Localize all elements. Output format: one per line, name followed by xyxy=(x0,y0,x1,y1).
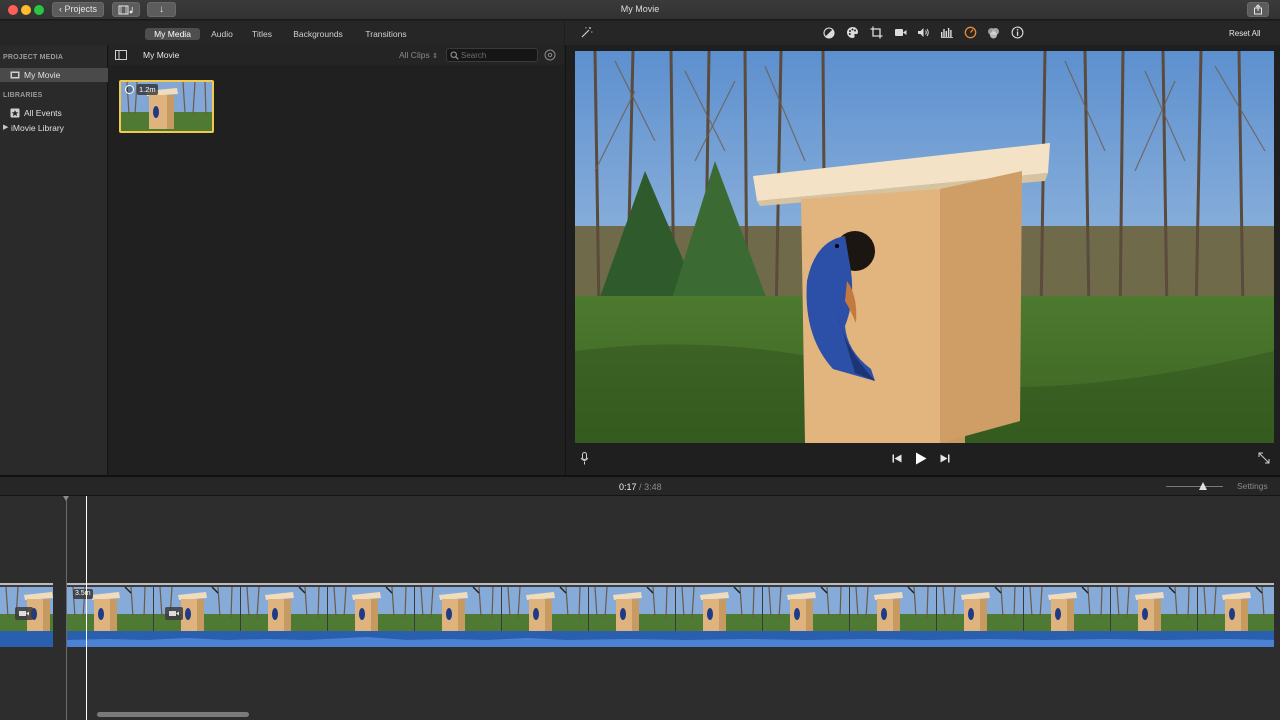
timeline[interactable]: 3.5m xyxy=(0,496,1280,720)
share-button[interactable] xyxy=(1247,2,1269,17)
sidebar-item-my-movie[interactable]: My Movie xyxy=(0,68,108,82)
timecode: 0:17 / 3:48 xyxy=(619,482,662,492)
audio-waveform[interactable] xyxy=(67,631,1274,647)
filmstrip-frame xyxy=(502,587,588,631)
stabilization-icon[interactable] xyxy=(894,27,907,38)
tab-my-media[interactable]: My Media xyxy=(145,28,200,40)
import-button[interactable]: ↓ xyxy=(147,2,176,17)
chevron-left-icon: ‹ xyxy=(58,4,62,14)
time-separator: / xyxy=(639,482,642,492)
clip-preview-image xyxy=(121,82,212,131)
skimmer-marker xyxy=(63,496,69,501)
tab-titles[interactable]: Titles xyxy=(246,28,278,40)
media-browser-header: My Movie All Clips ⇕ xyxy=(109,45,564,65)
crop-icon[interactable] xyxy=(870,26,883,39)
filmstrip-frame xyxy=(850,587,936,631)
media-library-button[interactable] xyxy=(112,2,140,17)
info-icon[interactable] xyxy=(1011,26,1024,39)
updown-chevron-icon: ⇕ xyxy=(432,53,438,60)
timeline-scrollbar[interactable] xyxy=(97,712,249,717)
sidebar-item-imovie-library[interactable]: ▶ iMovie Library xyxy=(0,121,108,135)
filmstrip-frame xyxy=(589,587,675,631)
filmstrip-frame xyxy=(1024,587,1110,631)
search-icon xyxy=(450,51,459,60)
project-media-header: PROJECT MEDIA xyxy=(3,54,64,61)
disclosure-triangle-icon[interactable]: ▶ xyxy=(3,121,8,135)
sidebar-item-label: All Events xyxy=(24,108,62,118)
media-browser-grid: 1.2m xyxy=(109,65,564,475)
film-icon xyxy=(10,71,20,79)
viewer-toolbar: Reset All xyxy=(565,21,1280,45)
preview-frame-image xyxy=(575,51,1274,443)
filmstrip-frame xyxy=(763,587,849,631)
clip-filter-select[interactable]: All Clips ⇕ xyxy=(399,50,438,60)
timeline-settings-button[interactable]: Settings xyxy=(1237,481,1268,491)
magic-wand-icon[interactable] xyxy=(580,26,593,39)
clip-filter-icon[interactable] xyxy=(987,27,1000,39)
settings-gear-icon[interactable] xyxy=(544,49,556,61)
tab-transitions[interactable]: Transitions xyxy=(358,28,414,40)
volume-icon[interactable] xyxy=(917,27,930,38)
libraries-sidebar: PROJECT MEDIA My Movie LIBRARIES All Eve… xyxy=(0,45,108,475)
clip-filter-value: All Clips xyxy=(399,50,430,60)
title-bar: ‹ Projects ↓ My Movie xyxy=(0,0,1280,20)
speed-icon[interactable] xyxy=(964,26,977,39)
clip-duration-badge: 1.2m xyxy=(137,84,158,95)
film-music-icon xyxy=(118,5,133,15)
sidebar-item-label: iMovie Library xyxy=(11,123,64,133)
browser-tab-bar: My Media Audio Titles Backgrounds Transi… xyxy=(0,21,564,45)
filmstrip-frame xyxy=(937,587,1023,631)
minimize-window-button[interactable] xyxy=(21,5,31,15)
filmstrip-frame xyxy=(241,587,327,631)
filmstrip-frame xyxy=(415,587,501,631)
skip-back-icon[interactable] xyxy=(892,454,902,463)
fullscreen-icon[interactable] xyxy=(1258,452,1270,464)
libraries-header: LIBRARIES xyxy=(3,92,43,99)
current-time: 0:17 xyxy=(619,482,637,492)
sidebar-toggle-icon[interactable] xyxy=(115,50,127,60)
star-box-icon xyxy=(10,108,20,118)
zoom-slider-thumb[interactable] xyxy=(1199,482,1207,490)
color-balance-icon[interactable] xyxy=(823,27,835,39)
clip-duration-badge: 3.5m xyxy=(73,589,93,599)
skimmer-line xyxy=(66,496,67,720)
skip-forward-icon[interactable] xyxy=(940,454,950,463)
arrow-down-icon: ↓ xyxy=(159,4,164,15)
filmstrip-frame xyxy=(1111,587,1197,631)
zoom-window-button[interactable] xyxy=(34,5,44,15)
tab-backgrounds[interactable]: Backgrounds xyxy=(285,28,351,40)
microphone-icon[interactable] xyxy=(580,452,589,465)
window-title: My Movie xyxy=(620,4,660,14)
play-icon[interactable] xyxy=(915,452,927,465)
color-correction-icon[interactable] xyxy=(846,26,859,39)
viewer-panel xyxy=(565,45,1280,475)
tab-audio[interactable]: Audio xyxy=(205,28,239,40)
total-time: 3:48 xyxy=(644,482,662,492)
sidebar-item-all-events[interactable]: All Events xyxy=(0,106,108,120)
reset-all-button[interactable]: Reset All xyxy=(1229,29,1261,38)
media-clip-thumbnail[interactable]: 1.2m xyxy=(119,80,214,133)
zoom-slider-track[interactable] xyxy=(1166,486,1223,487)
media-browser-title: My Movie xyxy=(143,50,180,60)
filmstrip-frame xyxy=(676,587,762,631)
audio-waveform[interactable] xyxy=(0,631,53,647)
camera-icon xyxy=(15,607,33,620)
camera-icon xyxy=(165,607,183,620)
filmstrip-frame xyxy=(1198,587,1274,631)
filmstrip-frame xyxy=(328,587,414,631)
close-window-button[interactable] xyxy=(8,5,18,15)
projects-label: Projects xyxy=(64,4,98,14)
projects-button[interactable]: ‹ Projects xyxy=(52,2,104,17)
sidebar-item-label: My Movie xyxy=(24,70,61,80)
video-preview[interactable] xyxy=(575,51,1274,443)
noise-reduction-icon[interactable] xyxy=(940,27,954,38)
timeline-header: 0:17 / 3:48 Settings xyxy=(0,477,1280,496)
playhead[interactable] xyxy=(86,496,87,720)
clock-icon xyxy=(125,85,134,94)
search-box[interactable] xyxy=(446,48,538,62)
search-input[interactable] xyxy=(461,50,535,61)
share-icon xyxy=(1254,4,1262,15)
